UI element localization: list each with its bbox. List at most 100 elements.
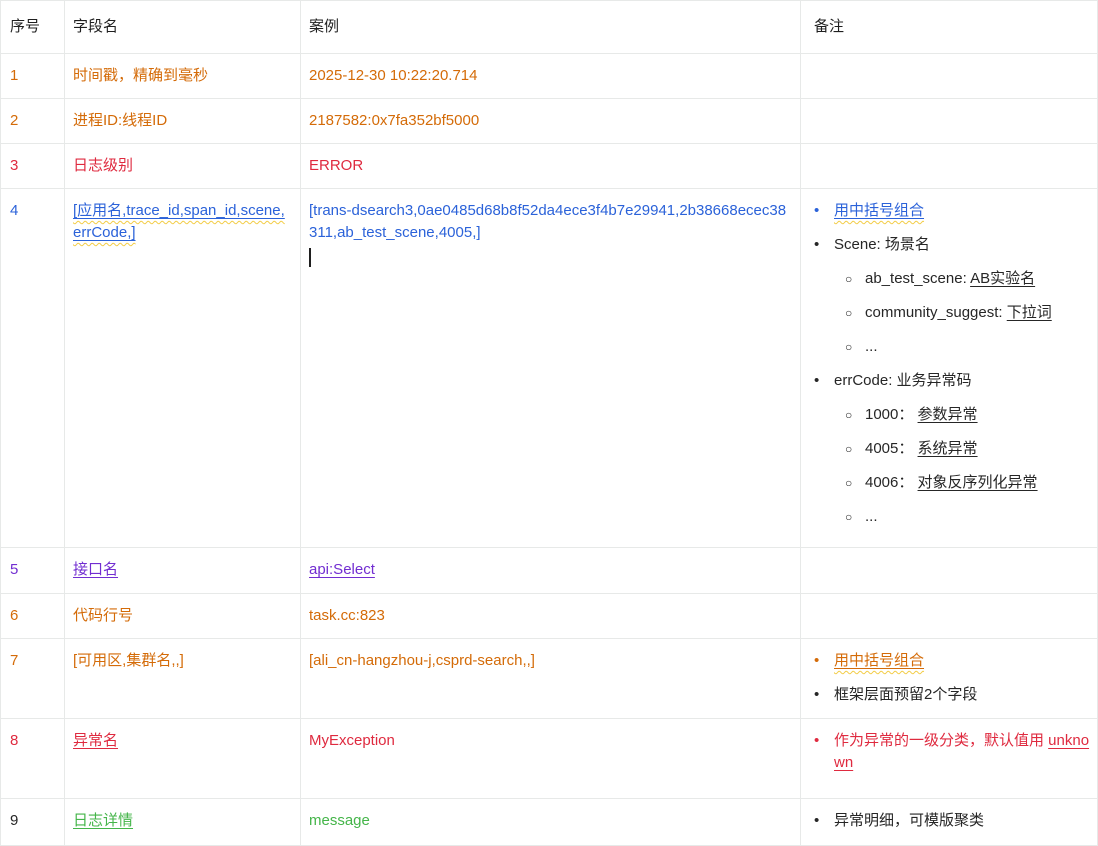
row-number: 2 (10, 112, 19, 129)
cell-note[interactable] (801, 548, 1097, 593)
cell-field[interactable]: 进程ID:线程ID (65, 99, 301, 143)
header-col-note[interactable]: 备注 (801, 1, 1097, 53)
header-col-field[interactable]: 字段名 (65, 1, 301, 53)
header-col-no[interactable]: 序号 (1, 1, 65, 53)
field-name: 日志详情 (73, 812, 134, 829)
spellcheck-squiggle: 用中括号组合 (834, 202, 924, 219)
note-item: ○ community_suggest: 下拉词 (814, 302, 1091, 324)
note-item: • 用中括号组合 (814, 650, 1091, 672)
note-text: 4005： (865, 440, 918, 457)
cell-note[interactable]: • 用中括号组合 • 框架层面预留2个字段 (801, 639, 1097, 718)
cell-note[interactable]: • 异常明细，可模版聚类 (801, 799, 1097, 845)
table-row: 4 [应用名,trace_id,span_id,scene,errCode,] … (1, 189, 1097, 548)
bullet-icon: • (814, 686, 820, 703)
bullet-icon: • (814, 732, 820, 749)
table-header-row: 序号 字段名 案例 备注 (1, 1, 1097, 54)
cell-note[interactable] (801, 594, 1097, 638)
cell-example[interactable]: [ali_cn-hangzhou-j,csprd-search,,] (301, 639, 801, 718)
cell-field[interactable]: [应用名,trace_id,span_id,scene,errCode,] (65, 189, 301, 547)
note-text: ... (865, 508, 878, 525)
cell-no[interactable]: 9 (1, 799, 65, 845)
header-col-field-label: 字段名 (73, 18, 119, 35)
cell-no[interactable]: 4 (1, 189, 65, 547)
row-number: 5 (10, 561, 19, 578)
note-text-underlined: 参数异常 (917, 406, 978, 423)
note-text: 框架层面预留2个字段 (834, 686, 978, 703)
table-row: 9 日志详情 message • 异常明细，可模版聚类 (1, 799, 1097, 845)
note-item: • errCode: 业务异常码 (814, 370, 1091, 392)
cell-field[interactable]: 日志详情 (65, 799, 301, 845)
cell-no[interactable]: 7 (1, 639, 65, 718)
note-text: errCode: 业务异常码 (834, 372, 972, 389)
cell-field[interactable]: 接口名 (65, 548, 301, 593)
note-item: • Scene: 场景名 (814, 234, 1091, 256)
example-value: ERROR (309, 157, 364, 174)
cell-field[interactable]: 日志级别 (65, 144, 301, 188)
field-name: [可用区,集群名,,] (73, 652, 184, 669)
note-link[interactable]: 用中括号组合 (834, 652, 924, 669)
table-row: 5 接口名 api:Select (1, 548, 1097, 594)
bullet-icon: • (814, 202, 820, 219)
cell-field[interactable]: 代码行号 (65, 594, 301, 638)
cell-example[interactable]: message (301, 799, 801, 845)
circle-bullet-icon: ○ (845, 306, 853, 320)
table-row: 1 时间戳，精确到毫秒 2025-12-30 10:22:20.714 (1, 54, 1097, 99)
cell-field[interactable]: [可用区,集群名,,] (65, 639, 301, 718)
cell-no[interactable]: 8 (1, 719, 65, 798)
note-text-underlined: 对象反序列化异常 (917, 474, 1038, 491)
cell-example[interactable]: ERROR (301, 144, 801, 188)
note-text: 4006： (865, 474, 918, 491)
cell-no[interactable]: 6 (1, 594, 65, 638)
example-value: [ali_cn-hangzhou-j,csprd-search,,] (309, 652, 535, 669)
row-number: 6 (10, 607, 19, 624)
table-row: 3 日志级别 ERROR (1, 144, 1097, 189)
field-name: 进程ID:线程ID (73, 112, 168, 129)
cell-no[interactable]: 3 (1, 144, 65, 188)
field-name: [应用名,trace_id,span_id,scene,errCode,] (73, 202, 285, 241)
header-col-example-label: 案例 (309, 18, 340, 35)
header-col-no-label: 序号 (10, 18, 41, 35)
note-item: ○ 1000： 参数异常 (814, 404, 1091, 426)
cell-example[interactable]: task.cc:823 (301, 594, 801, 638)
cell-no[interactable]: 2 (1, 99, 65, 143)
row-number: 4 (10, 202, 19, 219)
circle-bullet-icon: ○ (845, 476, 853, 490)
note-text-underlined: AB实验名 (970, 270, 1036, 287)
note-text: ab_test_scene: (865, 270, 971, 287)
note-text-underlined: 下拉词 (1006, 304, 1052, 321)
header-col-example[interactable]: 案例 (301, 1, 801, 53)
cell-field[interactable]: 异常名 (65, 719, 301, 798)
cell-note[interactable] (801, 99, 1097, 143)
cell-example[interactable]: 2187582:0x7fa352bf5000 (301, 99, 801, 143)
cell-note[interactable]: • 作为异常的一级分类，默认值用 unknown (801, 719, 1097, 798)
note-item: • 异常明细，可模版聚类 (814, 810, 1091, 832)
cell-note[interactable]: • 用中括号组合 • Scene: 场景名 ○ ab_test_scene: A… (801, 189, 1097, 547)
note-link[interactable]: 用中括号组合 (834, 202, 924, 219)
example-value: [trans-dsearch3,0ae0485d68b8f52da4ece3f4… (309, 202, 787, 241)
note-item: • 用中括号组合 (814, 200, 1091, 222)
cell-note[interactable] (801, 54, 1097, 98)
field-name: 日志级别 (73, 157, 134, 174)
header-col-note-label: 备注 (814, 18, 845, 35)
spellcheck-squiggle: [应用名,trace_id,span_id,scene,errCode,] (73, 202, 285, 241)
cell-example[interactable]: 2025-12-30 10:22:20.714 (301, 54, 801, 98)
cell-example[interactable]: api:Select (301, 548, 801, 593)
note-text: ... (865, 338, 878, 355)
bullet-icon: • (814, 652, 820, 669)
circle-bullet-icon: ○ (845, 340, 853, 354)
cell-example[interactable]: [trans-dsearch3,0ae0485d68b8f52da4ece3f4… (301, 189, 801, 547)
note-text: 异常明细，可模版聚类 (834, 812, 985, 829)
note-text: 1000： (865, 406, 918, 423)
example-value: MyException (309, 732, 395, 749)
spellcheck-squiggle: 用中括号组合 (834, 652, 924, 669)
note-item: ○ ... (814, 506, 1091, 528)
cell-example[interactable]: MyException (301, 719, 801, 798)
note-item: ○ 4005： 系统异常 (814, 438, 1091, 460)
cell-field[interactable]: 时间戳，精确到毫秒 (65, 54, 301, 98)
cell-no[interactable]: 5 (1, 548, 65, 593)
cell-note[interactable] (801, 144, 1097, 188)
example-value: 2025-12-30 10:22:20.714 (309, 67, 478, 84)
note-text: community_suggest: (865, 304, 1007, 321)
cell-no[interactable]: 1 (1, 54, 65, 98)
field-name: 异常名 (73, 732, 119, 749)
